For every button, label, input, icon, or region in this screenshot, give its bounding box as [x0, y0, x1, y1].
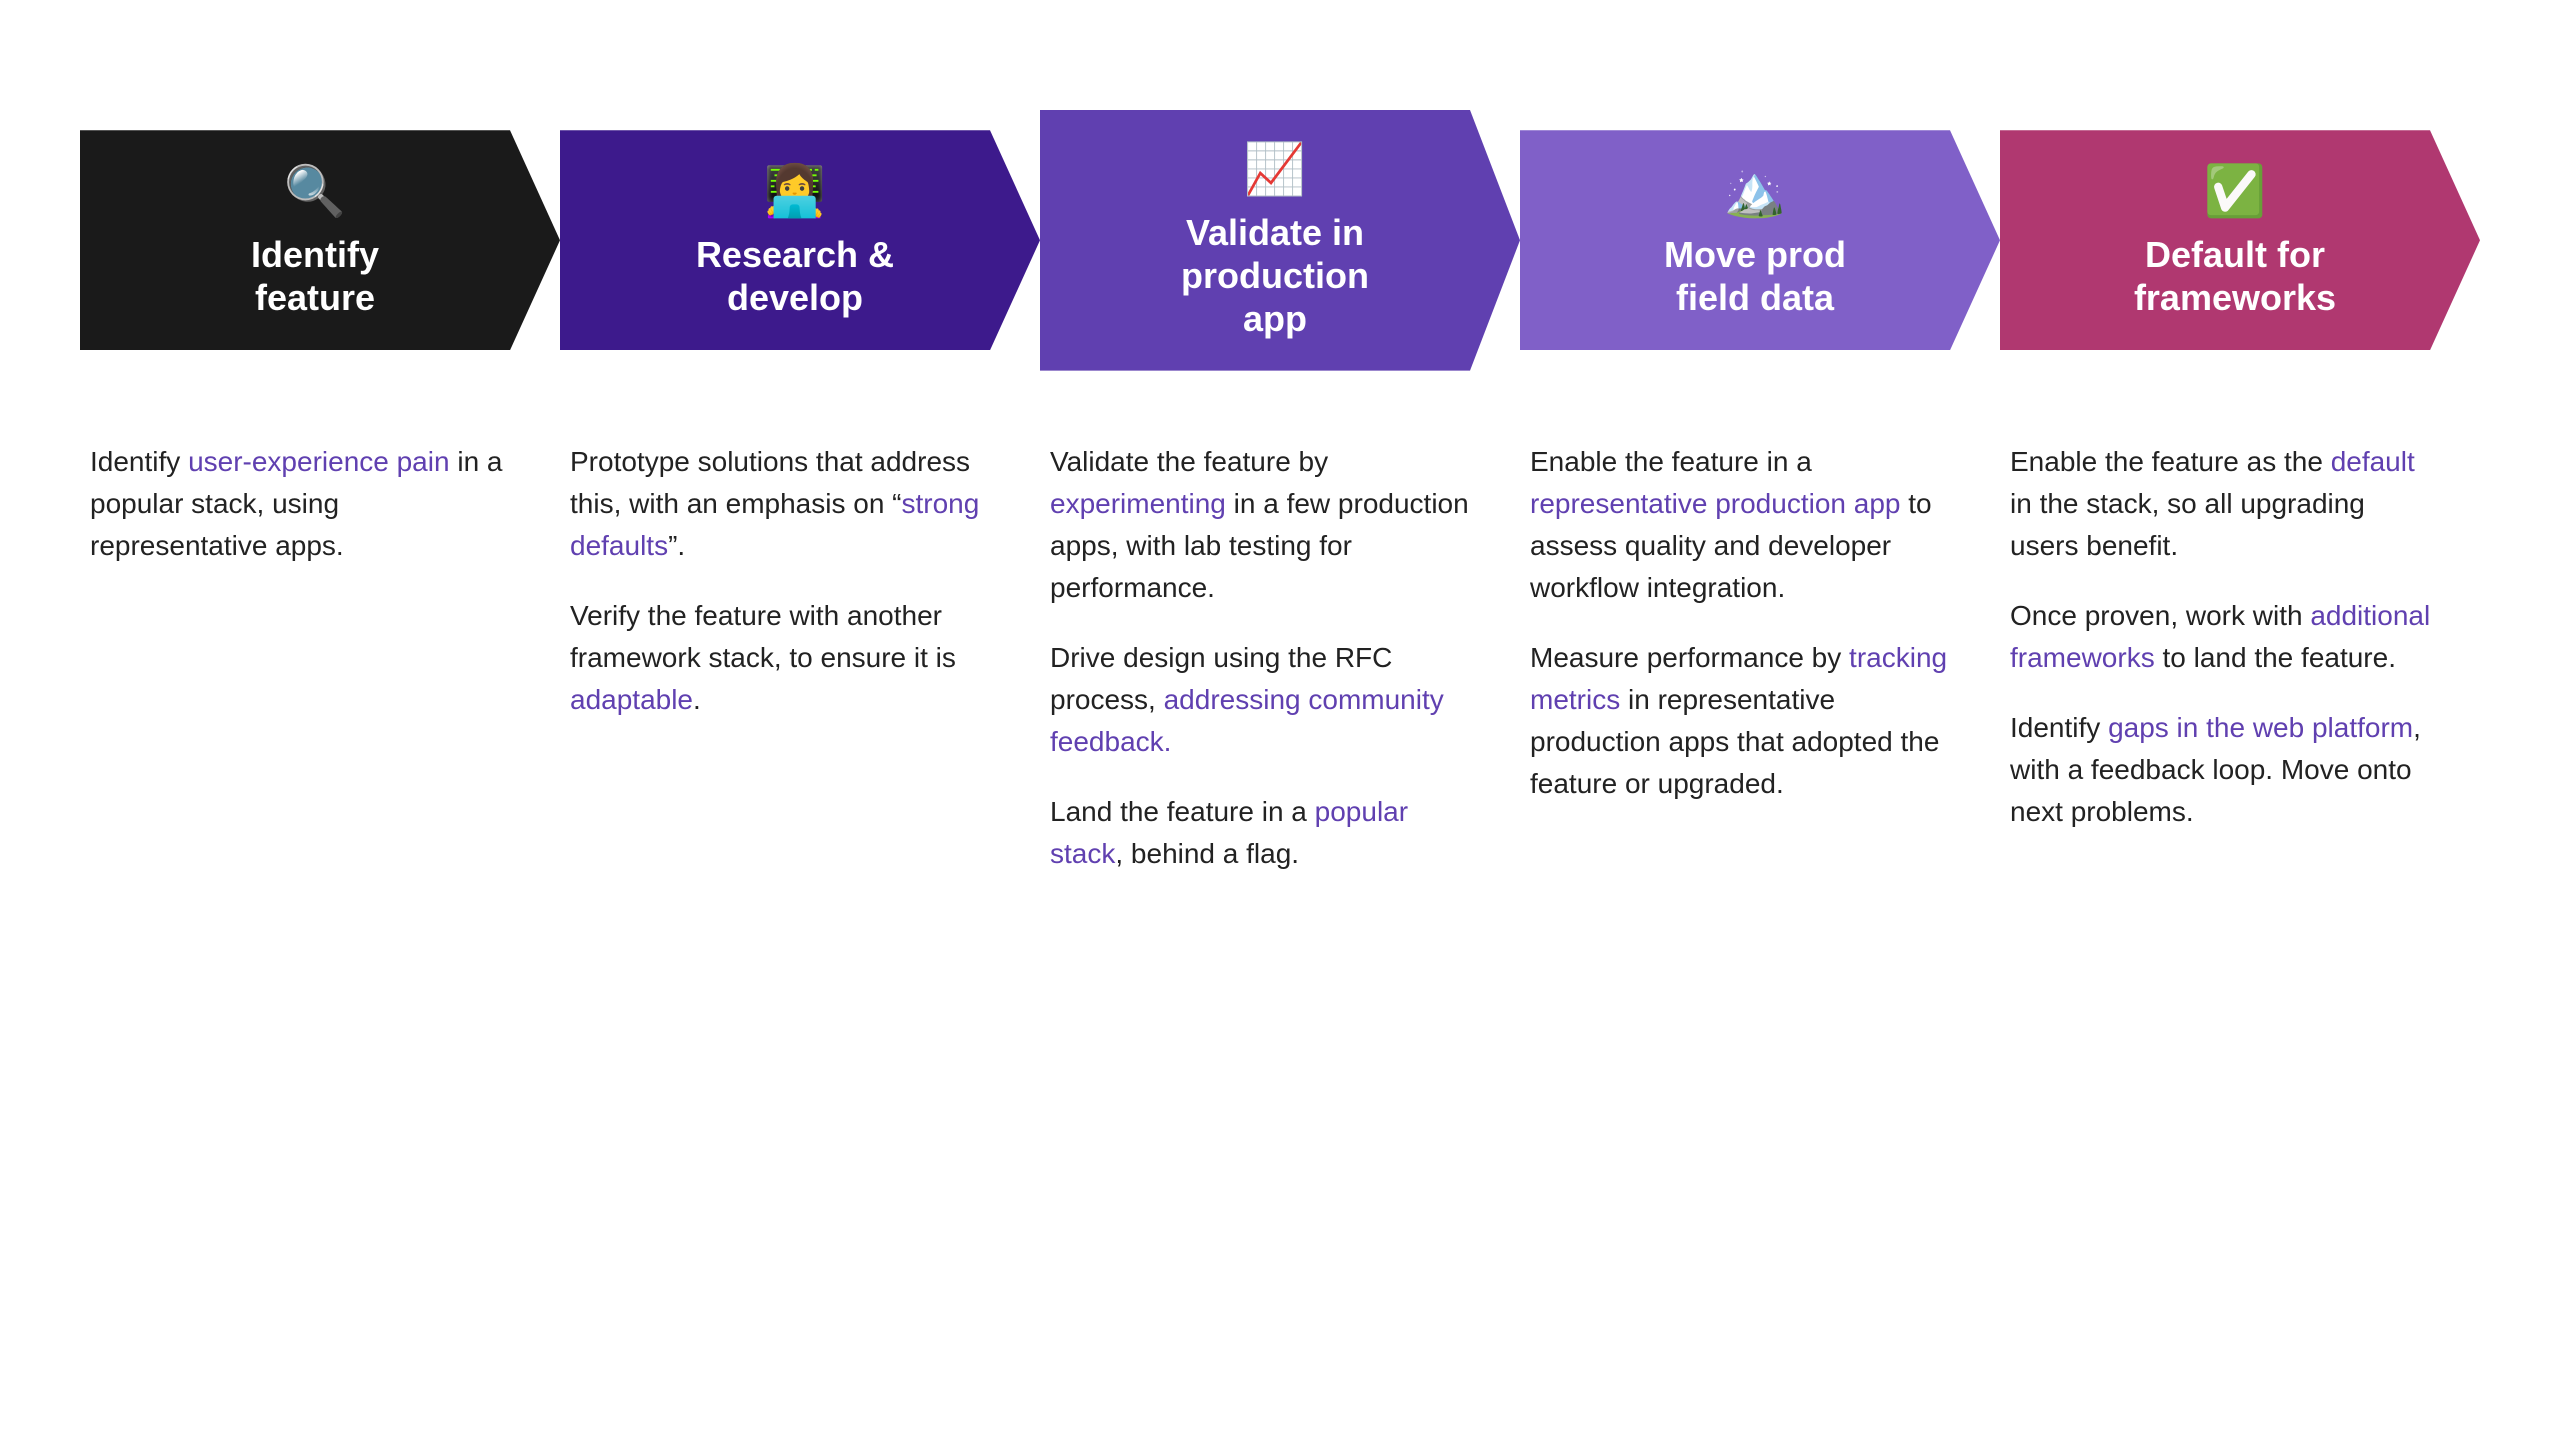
paragraph: Identify user-experience pain in a popul…	[90, 441, 520, 567]
validate-content: Validate the feature by experimenting in…	[1040, 431, 1520, 885]
identify-content: Identify user-experience pain in a popul…	[80, 431, 560, 577]
chevron-icon-research: 👩‍💻	[764, 162, 826, 221]
chevron-title-research: Research & develop	[696, 233, 894, 319]
highlight-link: addressing community feedback.	[1050, 684, 1444, 757]
highlight-link: popular stack	[1050, 796, 1408, 869]
paragraph: Once proven, work with additional framew…	[2010, 595, 2440, 679]
highlight-link: tracking metrics	[1530, 642, 1947, 715]
chevron-title-validate: Validate in production app	[1181, 211, 1369, 341]
chevron-row: 🔍 Identify feature 👩‍💻 Research & develop 📈 V…	[80, 110, 2480, 371]
content-row: Identify user-experience pain in a popul…	[80, 431, 2480, 885]
default-content: Enable the feature as the default in the…	[2000, 431, 2480, 843]
chevron-title-identify: Identify feature	[251, 233, 379, 319]
chevron-icon-default: ✅	[2204, 162, 2266, 221]
paragraph: Enable the feature in a representative p…	[1530, 441, 1960, 609]
paragraph: Land the feature in a popular stack, beh…	[1050, 791, 1480, 875]
paragraph: Drive design using the RFC process, addr…	[1050, 637, 1480, 763]
highlight-link: representative production app	[1530, 488, 1900, 519]
highlight-link: user-experience pain	[188, 446, 450, 477]
chevron-identify: 🔍 Identify feature	[80, 110, 560, 371]
highlight-link: default	[2331, 446, 2415, 477]
chevron-icon-validate: 📈	[1244, 140, 1306, 199]
chevron-icon-move: 🏔️	[1724, 162, 1786, 221]
highlight-link: experimenting	[1050, 488, 1226, 519]
move-content: Enable the feature in a representative p…	[1520, 431, 2000, 815]
chevron-icon-identify: 🔍	[284, 162, 346, 221]
paragraph: Prototype solutions that address this, w…	[570, 441, 1000, 567]
chevron-move: 🏔️ Move prod field data	[1520, 110, 2000, 371]
paragraph: Verify the feature with another framewor…	[570, 595, 1000, 721]
chevron-title-default: Default for frameworks	[2134, 233, 2336, 319]
paragraph: Validate the feature by experimenting in…	[1050, 441, 1480, 609]
chevron-default: ✅ Default for frameworks	[2000, 110, 2480, 371]
chevron-validate: 📈 Validate in production app	[1040, 110, 1520, 371]
chevron-title-move: Move prod field data	[1664, 233, 1846, 319]
chevron-research: 👩‍💻 Research & develop	[560, 110, 1040, 371]
highlight-link: adaptable	[570, 684, 693, 715]
research-content: Prototype solutions that address this, w…	[560, 431, 1040, 731]
paragraph: Enable the feature as the default in the…	[2010, 441, 2440, 567]
highlight-link: strong defaults	[570, 488, 979, 561]
highlight-link: additional frameworks	[2010, 600, 2430, 673]
paragraph: Identify gaps in the web platform, with …	[2010, 707, 2440, 833]
paragraph: Measure performance by tracking metrics …	[1530, 637, 1960, 805]
highlight-link: gaps in the web platform	[2108, 712, 2413, 743]
